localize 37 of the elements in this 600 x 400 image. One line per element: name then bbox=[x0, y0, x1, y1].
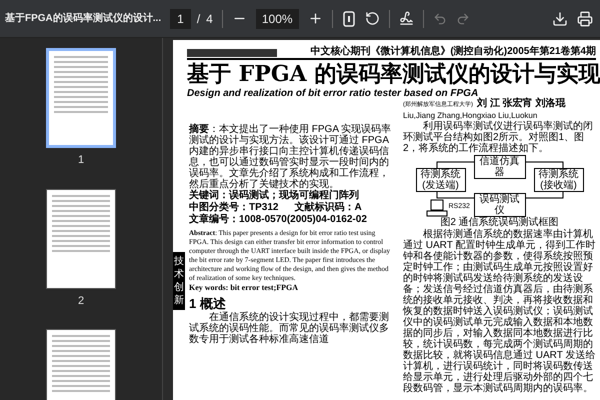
abstract-chinese: 摘要：本文提出了一种使用 FPGA 实现误码率测试的设计与实现方法。该设计可通过 FPGA 内建的异步串行接口向主控计算机传递误码信息，也可以通过数码管实时显示一段时间内的误码率。文章先介绍了系统构成和工作流程，然后重点分析了关键技术的实现。 bbox=[189, 124, 392, 190]
keywords-english: Key words: bit error test;FPGA bbox=[189, 283, 300, 293]
signature-icon[interactable] bbox=[398, 11, 414, 26]
print-icon[interactable] bbox=[577, 10, 593, 26]
diagram-node: 信道仿真器 bbox=[474, 155, 526, 179]
page-thumbnail[interactable] bbox=[46, 48, 116, 148]
fit-page-icon[interactable] bbox=[342, 10, 356, 26]
author-names: 刘 江 张宏宵 刘洛琨 bbox=[477, 96, 566, 111]
rotate-icon[interactable] bbox=[364, 11, 380, 26]
paper-title-english: Design and realization of bit error ratio tester based on FPGA bbox=[187, 88, 478, 99]
download-icon[interactable] bbox=[552, 10, 568, 26]
section-heading: 1 概述 bbox=[189, 296, 227, 312]
diagram-caption: 图2 通信系统误码测试框图 bbox=[439, 217, 560, 228]
body-text: 根据待测通信系统的数据速率由计算机通过 UART 配置时钟生成单元，得到工作时钟和各使能计数器的参数，使得系统按照预定时钟工作；由测试码生成单元按照设置好的时钟将测试码发送给待测系统的发送设备；发送信号经过信道仿真器后，由待测系统的接收单元接收、判决，再将接收数据和恢复的数据时钟送入误码测试仪；误码测试仪中的误码测试单元完成输入数据和本地数据的同步后，对输入数据同本地数据进行比较，统计误码数，每完成两个测试码周期的数据比较，就将误码信息通过 UART 发送给计算机，进行误码统计，同时将误码数传送给显示单元，进行处理后驱动外部的四个七段数码管，显示本测试码周期内的误码率。 bbox=[403, 229, 596, 394]
document-title: 基于FPGA的误码率测试仪的设计... bbox=[5, 11, 162, 26]
page-input[interactable]: 1 bbox=[170, 8, 191, 28]
journal-header: 中文核心期刊《微计算机信息》(测控自动化)2005年第21卷第4期 bbox=[310, 46, 596, 57]
classification-number: 中图分类号：TP312 bbox=[189, 202, 278, 213]
page-number: 1 bbox=[78, 153, 84, 168]
article-number: 文章编号：1008-0570(2005)04-0162-02 bbox=[189, 214, 368, 226]
author-names-english: Liu,Jiang Zhang,Hongxiao Liu,Luokun bbox=[403, 111, 538, 120]
zoom-field[interactable]: 100% bbox=[256, 8, 299, 28]
section-text: 在通信系统的设计实现过程中，都需要测试系统的误码性能。而常见的误码率测试仪多数专用于测试各种标准高速信道 bbox=[189, 312, 390, 345]
page-thumbnail[interactable] bbox=[46, 329, 116, 400]
side-label: 技术创新 bbox=[173, 252, 185, 310]
page-thumbnail[interactable] bbox=[46, 188, 116, 288]
document-code: 文献标识码：A bbox=[294, 202, 362, 214]
diagram-node: 待测系统(发送端) bbox=[416, 168, 466, 192]
page-separator: / bbox=[196, 10, 200, 28]
computer-icon bbox=[426, 199, 448, 217]
diagram-node: 误码测试仪 bbox=[474, 193, 526, 217]
page-count: 4 bbox=[206, 10, 213, 28]
intro-text: 利用误码率测试仪进行误码率测试的闭环测试平台结构如图2所示。对照图1、图2，将系统的工作流程描述如下。 bbox=[403, 121, 594, 154]
page-number: 2 bbox=[78, 294, 84, 308]
zoom-in-icon[interactable] bbox=[308, 11, 323, 26]
keywords-chinese: 关键词：误码测试；现场可编程门阵列 bbox=[189, 190, 360, 202]
diagram-node: 待测系统(接收端) bbox=[534, 168, 584, 192]
